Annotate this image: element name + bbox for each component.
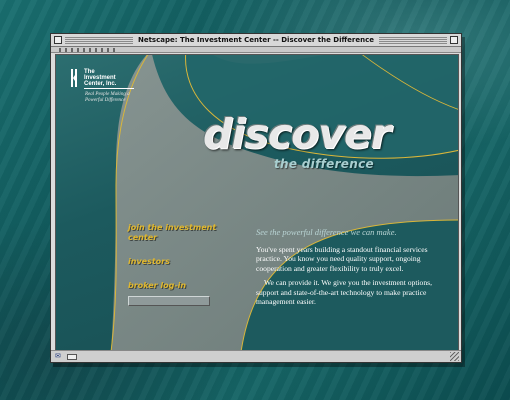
zoom-box[interactable] [450,36,458,44]
intro-paragraph: You've spent years building a standout f… [256,245,428,273]
hero-headline: discover [203,110,391,158]
logo-line-3: Center, Inc. [84,81,117,87]
broker-login-input[interactable] [128,296,210,306]
logo-mark-icon [71,69,77,87]
nav-broker-login-link[interactable]: broker log-in [128,281,218,291]
nav-join-link[interactable]: join the investment center [128,223,218,243]
nav-investors-link[interactable]: investors [128,257,218,267]
browser-window: Netscape: The Investment Center -- Disco… [50,33,462,363]
toolbar [51,47,461,53]
status-indicator-icon [67,354,77,360]
close-box[interactable] [54,36,62,44]
lead-text: See the powerful difference we can make. [256,227,397,237]
security-icon[interactable]: ✉ [55,353,65,361]
main-navigation: join the investment center investors bro… [128,223,218,306]
offer-paragraph: We can provide it. We give you the inves… [256,278,432,307]
toolbar-buttons[interactable] [59,48,119,52]
body-copy: See the powerful difference we can make.… [256,227,446,311]
status-bar: ✉ [51,350,461,362]
title-bar[interactable]: Netscape: The Investment Center -- Disco… [51,34,461,47]
page-content: The Investment Center, Inc. Real People … [55,54,459,351]
window-title: Netscape: The Investment Center -- Disco… [132,36,379,44]
logo-tagline: Real People Making a Powerful Difference [85,92,130,103]
resize-grip-icon[interactable] [450,352,459,361]
logo-divider [84,88,134,89]
logo-text: The Investment Center, Inc. [84,69,116,87]
hero-subhead: the difference [274,157,374,171]
